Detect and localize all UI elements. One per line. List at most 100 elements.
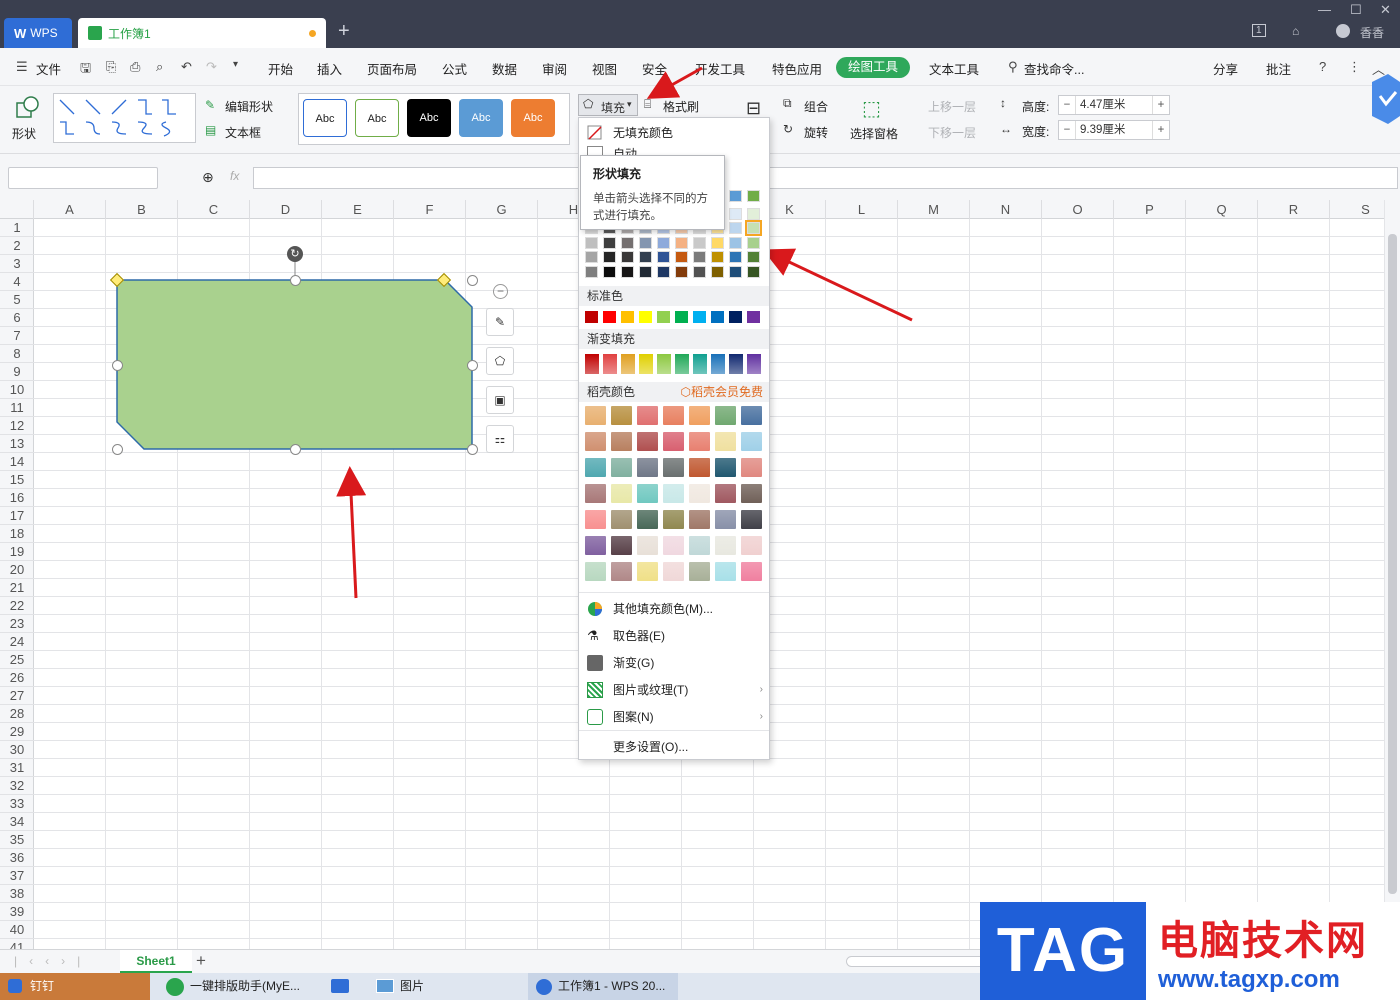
minimize-icon[interactable]: — (1318, 2, 1331, 17)
theme-color-swatch[interactable] (639, 251, 652, 263)
column-header-r[interactable]: R (1258, 200, 1330, 219)
column-header-f[interactable]: F (394, 200, 466, 219)
comment-button[interactable]: 批注 (1266, 59, 1291, 78)
premium-color-swatch[interactable] (689, 458, 710, 477)
row-header-26[interactable]: 26 (0, 669, 34, 687)
style-orange[interactable]: Abc (511, 99, 555, 137)
undo-icon[interactable]: ↶ (181, 59, 192, 75)
pattern-option[interactable]: 图案(N) › (587, 708, 763, 725)
gradient-color-swatch[interactable] (729, 354, 743, 374)
close-icon[interactable]: ✕ (1380, 2, 1391, 18)
width-decrease-button[interactable]: − (1059, 124, 1075, 136)
premium-color-swatch[interactable] (741, 432, 762, 451)
new-tab-button[interactable]: + (338, 20, 350, 43)
gradient-color-swatch[interactable] (693, 354, 707, 374)
customize-icon[interactable]: ▾ (233, 59, 238, 70)
formula-input[interactable] (253, 167, 1398, 189)
gradient-color-swatch[interactable] (639, 354, 653, 374)
theme-color-swatch[interactable] (745, 220, 762, 236)
premium-color-swatch[interactable] (611, 406, 632, 425)
row-header-13[interactable]: 13 (0, 435, 34, 453)
row-header-5[interactable]: 5 (0, 291, 34, 309)
menu-special[interactable]: 特色应用 (772, 59, 822, 78)
resize-handle[interactable] (290, 444, 301, 455)
resize-handle[interactable] (112, 444, 123, 455)
premium-color-swatch[interactable] (663, 458, 684, 477)
row-header-7[interactable]: 7 (0, 327, 34, 345)
group-button[interactable]: 组合 (804, 98, 828, 115)
taskbar-item-pictures[interactable]: 图片 (370, 973, 510, 1000)
height-decrease-button[interactable]: − (1059, 99, 1075, 111)
premium-color-swatch[interactable] (689, 432, 710, 451)
theme-color-swatch[interactable] (657, 251, 670, 263)
row-header-21[interactable]: 21 (0, 579, 34, 597)
menu-developer[interactable]: 开发工具 (695, 59, 745, 78)
premium-color-swatch[interactable] (715, 484, 736, 503)
column-header-q[interactable]: Q (1186, 200, 1258, 219)
premium-color-swatch[interactable] (741, 510, 762, 529)
row-header-8[interactable]: 8 (0, 345, 34, 363)
row-header-19[interactable]: 19 (0, 543, 34, 561)
theme-color-swatch[interactable] (711, 236, 724, 249)
row-header-12[interactable]: 12 (0, 417, 34, 435)
premium-color-swatch[interactable] (585, 536, 606, 555)
theme-color-swatch[interactable] (729, 207, 742, 220)
standard-color-swatch[interactable] (693, 311, 706, 323)
theme-color-swatch[interactable] (729, 222, 742, 234)
resize-handle[interactable] (467, 360, 478, 371)
theme-color-swatch[interactable] (657, 236, 670, 249)
premium-color-swatch[interactable] (585, 406, 606, 425)
gradient-color-swatch[interactable] (747, 354, 761, 374)
maximize-icon[interactable]: ☐ (1350, 2, 1362, 18)
format-painter-button[interactable]: 格式刷 (663, 98, 699, 115)
premium-color-swatch[interactable] (611, 458, 632, 477)
style-outline-green[interactable]: Abc (355, 99, 399, 137)
user-name[interactable]: 香香 (1360, 24, 1384, 41)
premium-color-swatch[interactable] (689, 562, 710, 581)
redo-icon[interactable]: ↷ (206, 59, 217, 75)
theme-color-swatch[interactable] (585, 236, 598, 249)
theme-color-swatch[interactable] (729, 236, 742, 249)
shape-lines-gallery[interactable] (53, 93, 196, 143)
row-header-17[interactable]: 17 (0, 507, 34, 525)
fill-button[interactable]: ⬠ 填充 ▾ (578, 94, 638, 116)
premium-color-swatch[interactable] (689, 406, 710, 425)
theme-color-swatch[interactable] (657, 265, 670, 278)
rotate-handle-icon[interactable]: ↻ (287, 246, 303, 262)
theme-color-swatch[interactable] (747, 236, 760, 249)
more-icon[interactable]: ⋮ (1348, 59, 1361, 75)
row-header-1[interactable]: 1 (0, 219, 34, 237)
taskbar-item-myeditor[interactable]: 一键排版助手(MyE... (160, 973, 315, 1000)
edit-shape-button[interactable]: 编辑形状 (225, 98, 273, 115)
premium-color-swatch[interactable] (663, 562, 684, 581)
fill-dropdown-arrow-icon[interactable]: ▾ (627, 99, 632, 110)
menu-view[interactable]: 视图 (592, 59, 617, 78)
theme-color-swatch[interactable] (747, 265, 760, 278)
row-header-23[interactable]: 23 (0, 615, 34, 633)
premium-color-swatch[interactable] (637, 406, 658, 425)
standard-color-swatch[interactable] (711, 311, 724, 323)
row-header-40[interactable]: 40 (0, 921, 34, 939)
theme-color-swatch[interactable] (675, 251, 688, 263)
menu-review[interactable]: 审阅 (542, 59, 567, 78)
column-header-a[interactable]: A (34, 200, 106, 219)
name-box[interactable] (8, 167, 158, 189)
premium-color-swatch[interactable] (715, 562, 736, 581)
row-header-37[interactable]: 37 (0, 867, 34, 885)
column-header-d[interactable]: D (250, 200, 322, 219)
column-header-o[interactable]: O (1042, 200, 1114, 219)
row-header-31[interactable]: 31 (0, 759, 34, 777)
theme-color-swatch[interactable] (621, 265, 634, 278)
menu-drawing-tools[interactable]: 绘图工具 (836, 57, 910, 78)
premium-color-swatch[interactable] (741, 562, 762, 581)
export-icon[interactable]: ⎘ (106, 59, 116, 75)
avatar[interactable] (1336, 24, 1350, 38)
premium-color-swatch[interactable] (585, 484, 606, 503)
height-value[interactable]: 4.47厘米 (1075, 96, 1153, 114)
standard-color-swatch[interactable] (621, 311, 634, 323)
zoom-icon[interactable]: ⊕ (202, 169, 214, 186)
scrollbar-thumb[interactable] (1388, 234, 1397, 894)
picture-texture-option[interactable]: 图片或纹理(T) › (587, 681, 763, 698)
help-icon[interactable]: ? (1319, 59, 1326, 74)
taskbar-item-dingtalk[interactable]: 钉钉 (0, 973, 150, 1000)
